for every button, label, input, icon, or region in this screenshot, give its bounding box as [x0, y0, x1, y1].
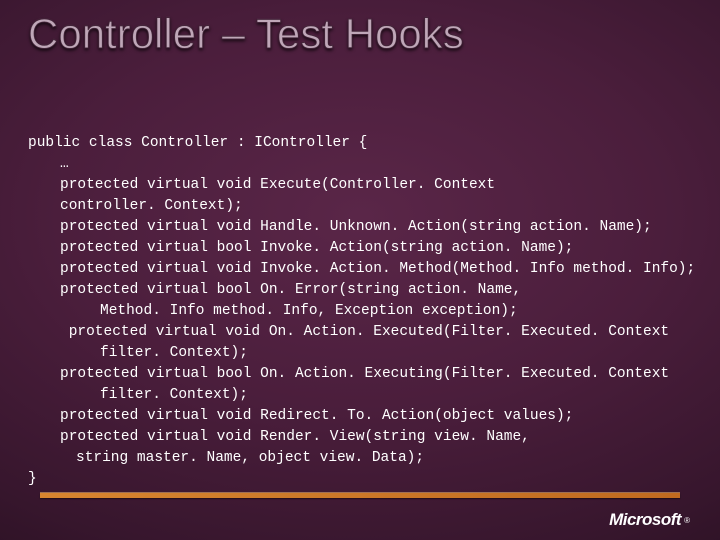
code-line: protected virtual void Render. View(stri… [28, 427, 692, 448]
code-line: protected virtual bool On. Action. Execu… [28, 364, 692, 385]
microsoft-logo: Microsoft® [609, 510, 690, 530]
code-line: protected virtual void Handle. Unknown. … [28, 217, 692, 238]
code-line: … [28, 154, 692, 175]
code-line: controller. Context); [28, 196, 692, 217]
footer-divider [40, 493, 680, 498]
code-line: protected virtual void Redirect. To. Act… [28, 406, 692, 427]
code-line: protected virtual void Execute(Controlle… [28, 175, 692, 196]
code-line: protected virtual void On. Action. Execu… [28, 322, 692, 343]
code-line: filter. Context); [28, 385, 692, 406]
code-block: public class Controller : IController { … [28, 112, 692, 490]
code-line: public class Controller : IController { [28, 135, 367, 151]
code-line: Method. Info method. Info, Exception exc… [28, 301, 692, 322]
code-line: protected virtual bool Invoke. Action(st… [28, 238, 692, 259]
logo-text: Microsoft [609, 510, 681, 530]
registered-icon: ® [684, 516, 690, 525]
slide-title: Controller – Test Hooks [28, 10, 464, 58]
code-line: protected virtual void Invoke. Action. M… [28, 259, 692, 280]
code-line: } [28, 471, 37, 487]
code-line: protected virtual bool On. Error(string … [28, 280, 692, 301]
slide: Controller – Test Hooks public class Con… [0, 0, 720, 540]
code-line: filter. Context); [28, 343, 692, 364]
code-line: string master. Name, object view. Data); [28, 448, 692, 469]
